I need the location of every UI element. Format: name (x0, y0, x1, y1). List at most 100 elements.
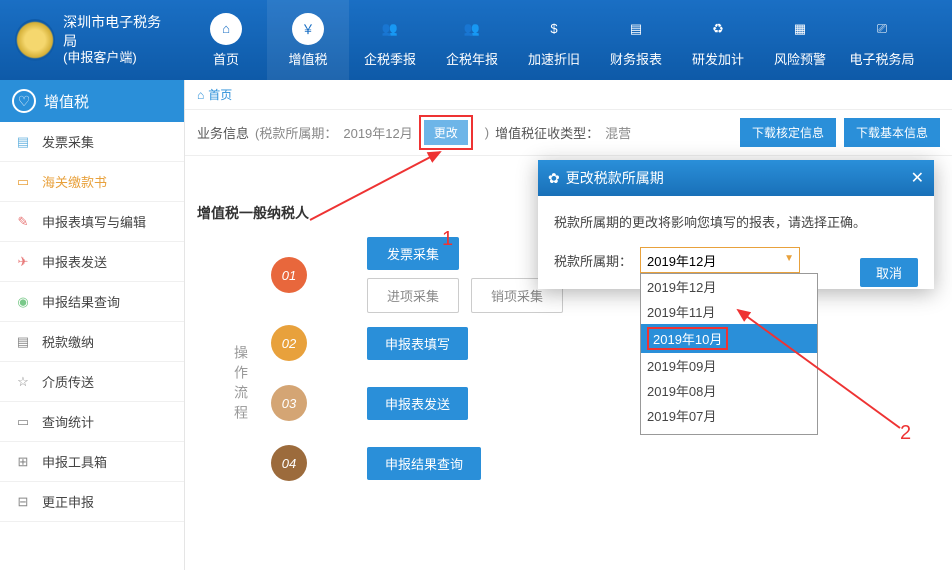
nav-item-calc[interactable]: ♻ 研发加计 (677, 0, 759, 80)
sidebar-item-label: 更正申报 (42, 492, 94, 511)
yen-icon: ￥ (292, 13, 324, 45)
sidebar-item-0[interactable]: ▤ 发票采集 (0, 122, 184, 162)
nav-label: 首页 (213, 49, 239, 68)
nav-item-money[interactable]: $ 加速折旧 (513, 0, 595, 80)
business-info-bar: 业务信息 (税款所属期： 2019年12月 更改 ) 增值税征收类型： 混营 下… (185, 110, 952, 156)
step-number: 01 (271, 257, 307, 293)
change-period-button[interactable]: 更改 (424, 120, 468, 145)
nav-item-screen[interactable]: ⎚ 电子税务局 (841, 0, 923, 80)
period-option[interactable]: 2019年12月 (641, 274, 817, 299)
period-close: ) (485, 125, 489, 140)
sidebar-header-icon: ♡ (12, 89, 36, 113)
sidebar-header: ♡ 增值税 (0, 80, 184, 122)
sidebar-item-3[interactable]: ✈ 申报表发送 (0, 242, 184, 282)
period-input[interactable] (640, 247, 800, 273)
sidebar-item-label: 申报表发送 (42, 252, 107, 271)
nav-item-people[interactable]: 👥 企税季报 (349, 0, 431, 80)
sidebar-icon: ▤ (14, 333, 32, 351)
sidebar-item-7[interactable]: ▭查询统计 (0, 402, 184, 442)
download-assess-button[interactable]: 下载核定信息 (740, 118, 836, 147)
app-header: 深圳市电子税务局 (申报客户端) ⌂首页￥增值税 👥 企税季报 👥企税年报 $ 加速折旧 ▤… (0, 0, 952, 80)
dialog-field-label: 税款所属期： (554, 251, 632, 270)
people-icon: 👥 (456, 13, 488, 45)
step-number: 04 (271, 445, 307, 481)
app-subtitle: (申报客户端) (63, 50, 170, 67)
money-icon: $ (538, 13, 570, 45)
step-button[interactable]: 申报结果查询 (367, 447, 481, 480)
tax-type-value: 混营 (605, 123, 631, 142)
nav-label: 电子税务局 (849, 49, 914, 68)
change-period-dialog: ✿ 更改税款所属期 ✕ 税款所属期的更改将影响您填写的报表，请选择正确。 税款所… (538, 160, 934, 289)
change-button-highlight: 更改 (419, 115, 473, 150)
dialog-header[interactable]: ✿ 更改税款所属期 ✕ (538, 160, 934, 196)
report-icon: ▤ (620, 13, 652, 45)
calc-icon: ♻ (702, 13, 734, 45)
breadcrumb[interactable]: ⌂ 首页 (185, 80, 952, 110)
period-combobox[interactable]: ▼ 2019年12月2019年11月2019年10月2019年09月2019年0… (640, 247, 800, 273)
sidebar-item-6[interactable]: ☆ 介质传送 (0, 362, 184, 402)
nav-item-report[interactable]: ▤ 财务报表 (595, 0, 677, 80)
period-option[interactable]: 2019年08月 (641, 378, 817, 403)
sidebar-item-9[interactable]: ⊟ 更正申报 (0, 482, 184, 522)
biz-label: 业务信息 (197, 123, 249, 142)
sidebar: ♡ 增值税 ▤ 发票采集 ▭海关缴款书✎申报表填写与编辑 ✈ 申报表发送 ◉ 申报结果查询 ▤… (0, 80, 185, 570)
nav-label: 风险预警 (774, 49, 826, 68)
app-title-block: 深圳市电子税务局 (申报客户端) (63, 13, 170, 66)
nav-item-home[interactable]: ⌂首页 (185, 0, 267, 80)
period-option[interactable]: 2019年09月 (641, 353, 817, 378)
dialog-title: 更改税款所属期 (566, 168, 664, 188)
nav-label: 财务报表 (610, 49, 662, 68)
period-dropdown-list: 2019年12月2019年11月 2019年10月 2019年09月2019年08月… (640, 273, 818, 435)
nav-label: 研发加计 (692, 49, 744, 68)
doc-icon: ▦ (784, 13, 816, 45)
period-value: 2019年12月 (343, 123, 412, 142)
nav-item-doc[interactable]: ▦ 风险预警 (759, 0, 841, 80)
sidebar-item-label: 申报结果查询 (42, 292, 120, 311)
step-button[interactable]: 申报表发送 (367, 387, 468, 420)
sidebar-icon: ✈ (14, 253, 32, 271)
flow-vertical-label: 操作流程 (227, 237, 251, 493)
breadcrumb-home[interactable]: 首页 (208, 86, 232, 103)
dialog-message: 税款所属期的更改将影响您填写的报表，请选择正确。 (554, 212, 918, 231)
main-area: ⌂ 首页 业务信息 (税款所属期： 2019年12月 更改 ) 增值税征收类型：… (185, 80, 952, 570)
sidebar-icon: ⊟ (14, 493, 32, 511)
step-button[interactable]: 发票采集 (367, 237, 459, 270)
people-icon: 👥 (374, 13, 406, 45)
sidebar-icon: ▤ (14, 133, 32, 151)
flow-step-03: 03 申报表发送 (271, 373, 940, 433)
period-option[interactable]: 2019年07月 (641, 403, 817, 428)
screen-icon: ⎚ (866, 13, 898, 45)
sidebar-item-label: 查询统计 (42, 412, 94, 431)
home-icon: ⌂ (197, 88, 204, 102)
download-basic-button[interactable]: 下载基本信息 (844, 118, 940, 147)
nav-label: 企税季报 (364, 49, 416, 68)
sidebar-item-2[interactable]: ✎申报表填写与编辑 (0, 202, 184, 242)
nav-item-people[interactable]: 👥企税年报 (431, 0, 513, 80)
step-number: 03 (271, 385, 307, 421)
sidebar-item-5[interactable]: ▤税款缴纳 (0, 322, 184, 362)
dialog-cancel-button[interactable]: 取消 (860, 258, 918, 287)
period-option[interactable]: 2019年06月 (641, 428, 817, 434)
gear-icon: ✿ (548, 170, 560, 187)
close-icon[interactable]: ✕ (911, 168, 924, 188)
sidebar-item-1[interactable]: ▭海关缴款书 (0, 162, 184, 202)
nav-label: 加速折旧 (528, 49, 580, 68)
sidebar-item-8[interactable]: ⊞申报工具箱 (0, 442, 184, 482)
emblem-icon (15, 19, 55, 61)
period-option[interactable]: 2019年10月 (641, 324, 817, 353)
step-button[interactable]: 进项采集 (367, 278, 459, 313)
sidebar-item-label: 介质传送 (42, 372, 94, 391)
sidebar-icon: ◉ (14, 293, 32, 311)
step-number: 02 (271, 325, 307, 361)
sidebar-item-4[interactable]: ◉ 申报结果查询 (0, 282, 184, 322)
top-nav: ⌂首页￥增值税 👥 企税季报 👥企税年报 $ 加速折旧 ▤ 财务报表 ♻ 研发加计 ▦ 风险预警 ⎚ 电子… (185, 0, 952, 80)
flow-step-02: 02 申报表填写 (271, 313, 940, 373)
period-option[interactable]: 2019年11月 (641, 299, 817, 324)
nav-item-yen[interactable]: ￥增值税 (267, 0, 349, 80)
step-button[interactable]: 申报表填写 (367, 327, 468, 360)
sidebar-icon: ☆ (14, 373, 32, 391)
sidebar-item-label: 发票采集 (42, 132, 94, 151)
period-label: (税款所属期： (255, 123, 337, 142)
option-highlight: 2019年10月 (647, 327, 728, 350)
sidebar-icon: ✎ (14, 213, 32, 231)
